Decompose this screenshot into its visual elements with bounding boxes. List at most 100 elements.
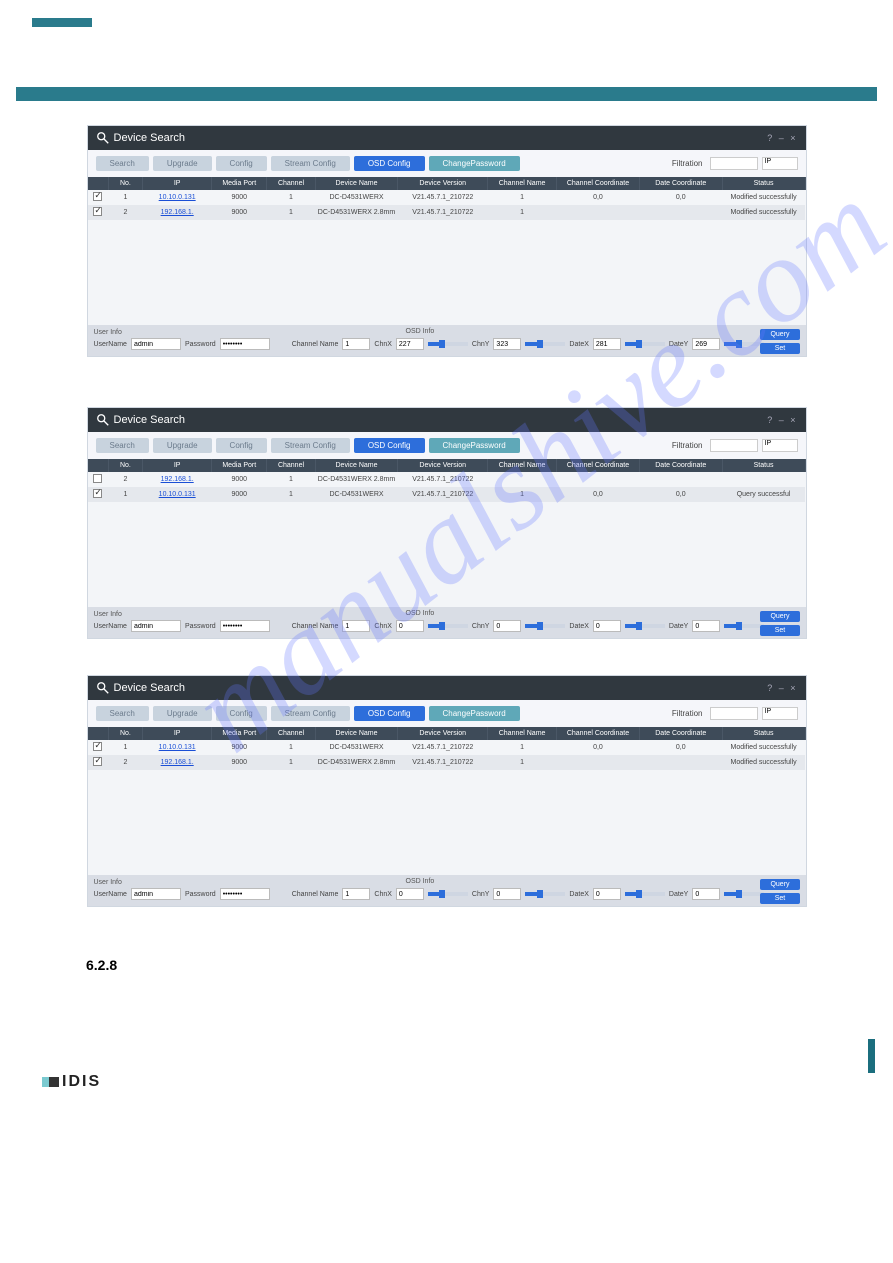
window-controls[interactable]: ? – × bbox=[767, 415, 797, 425]
chny-slider[interactable] bbox=[525, 624, 565, 628]
row-checkbox[interactable] bbox=[93, 742, 102, 751]
chnx-input[interactable] bbox=[396, 888, 424, 900]
datex-slider[interactable] bbox=[625, 892, 665, 896]
ip-link[interactable]: 10.10.0.131 bbox=[159, 194, 196, 201]
table-row[interactable]: 2 192.168.1. 9000 1 DC-D4531WERX 2.8mm V… bbox=[88, 755, 806, 770]
filtration-input[interactable] bbox=[710, 707, 758, 720]
config-button[interactable]: Config bbox=[216, 156, 267, 171]
username-input[interactable] bbox=[131, 620, 181, 632]
osd-config-button[interactable]: OSD Config bbox=[354, 438, 425, 453]
search-button[interactable]: Search bbox=[96, 706, 149, 721]
upgrade-button[interactable]: Upgrade bbox=[153, 156, 212, 171]
chnx-input[interactable] bbox=[396, 338, 424, 350]
search-button[interactable]: Search bbox=[96, 156, 149, 171]
datey-slider[interactable] bbox=[724, 892, 764, 896]
chny-input[interactable] bbox=[493, 338, 521, 350]
chname-input[interactable] bbox=[342, 888, 370, 900]
table-row[interactable]: 1 10.10.0.131 9000 1 DC-D4531WERX V21.45… bbox=[88, 740, 806, 755]
password-input[interactable] bbox=[220, 888, 270, 900]
search-button[interactable]: Search bbox=[96, 438, 149, 453]
datex-input[interactable] bbox=[593, 888, 621, 900]
chny-slider[interactable] bbox=[525, 892, 565, 896]
titlebar: Device Search ? – × bbox=[88, 676, 806, 700]
filtration-select[interactable]: IP bbox=[762, 157, 798, 170]
chny-input[interactable] bbox=[493, 620, 521, 632]
password-input[interactable] bbox=[220, 338, 270, 350]
upgrade-button[interactable]: Upgrade bbox=[153, 706, 212, 721]
stream-button[interactable]: Stream Config bbox=[271, 438, 350, 453]
ip-link[interactable]: 10.10.0.131 bbox=[159, 491, 196, 498]
chname-input[interactable] bbox=[342, 620, 370, 632]
datey-input[interactable] bbox=[692, 338, 720, 350]
cell-name: DC-D4531WERX bbox=[315, 740, 398, 755]
device-table: No. IP Media Port Channel Device Name De… bbox=[88, 459, 806, 502]
changepwd-button[interactable]: ChangePassword bbox=[429, 706, 520, 721]
datex-slider[interactable] bbox=[625, 624, 665, 628]
osd-config-button[interactable]: OSD Config bbox=[354, 706, 425, 721]
table-row[interactable]: 1 10.10.0.131 9000 1 DC-D4531WERX V21.45… bbox=[88, 190, 806, 205]
ip-link[interactable]: 192.168.1. bbox=[161, 476, 194, 483]
filtration-select[interactable]: IP bbox=[762, 439, 798, 452]
ip-link[interactable]: 10.10.0.131 bbox=[159, 744, 196, 751]
row-checkbox[interactable] bbox=[93, 474, 102, 483]
datey-input[interactable] bbox=[692, 888, 720, 900]
chny-input[interactable] bbox=[493, 888, 521, 900]
datey-label: DateY bbox=[669, 891, 688, 898]
set-button[interactable]: Set bbox=[760, 893, 799, 904]
config-button[interactable]: Config bbox=[216, 706, 267, 721]
cell-ccoord: 0,0 bbox=[557, 740, 640, 755]
ip-link[interactable]: 192.168.1. bbox=[161, 209, 194, 216]
window-controls[interactable]: ? – × bbox=[767, 683, 797, 693]
row-checkbox[interactable] bbox=[93, 207, 102, 216]
footer-bar: User Info OSD Info UserName Password Cha… bbox=[88, 875, 806, 906]
row-checkbox[interactable] bbox=[93, 489, 102, 498]
changepwd-button[interactable]: ChangePassword bbox=[429, 438, 520, 453]
ip-link[interactable]: 192.168.1. bbox=[161, 759, 194, 766]
cell-port: 9000 bbox=[212, 190, 267, 205]
filtration-select[interactable]: IP bbox=[762, 707, 798, 720]
chnx-slider[interactable] bbox=[428, 624, 468, 628]
datex-input[interactable] bbox=[593, 338, 621, 350]
chnx-slider[interactable] bbox=[428, 892, 468, 896]
filtration-input[interactable] bbox=[710, 439, 758, 452]
datey-slider[interactable] bbox=[724, 342, 764, 346]
chny-slider[interactable] bbox=[525, 342, 565, 346]
username-label: UserName bbox=[94, 623, 127, 630]
cell-cname: 1 bbox=[488, 740, 557, 755]
chnx-input[interactable] bbox=[396, 620, 424, 632]
datey-input[interactable] bbox=[692, 620, 720, 632]
set-button[interactable]: Set bbox=[760, 625, 799, 636]
titlebar: Device Search ? – × bbox=[88, 408, 806, 432]
footer-bar: User Info OSD Info UserName Password Cha… bbox=[88, 607, 806, 638]
username-input[interactable] bbox=[131, 888, 181, 900]
col-ip: IP bbox=[143, 177, 212, 190]
row-checkbox[interactable] bbox=[93, 757, 102, 766]
chname-input[interactable] bbox=[342, 338, 370, 350]
username-input[interactable] bbox=[131, 338, 181, 350]
config-button[interactable]: Config bbox=[216, 438, 267, 453]
filtration-input[interactable] bbox=[710, 157, 758, 170]
stream-button[interactable]: Stream Config bbox=[271, 156, 350, 171]
datex-slider[interactable] bbox=[625, 342, 665, 346]
chnx-slider[interactable] bbox=[428, 342, 468, 346]
row-checkbox[interactable] bbox=[93, 192, 102, 201]
window-title: Device Search bbox=[114, 414, 186, 426]
upgrade-button[interactable]: Upgrade bbox=[153, 438, 212, 453]
set-button[interactable]: Set bbox=[760, 343, 799, 354]
table-row[interactable]: 2 192.168.1. 9000 1 DC-D4531WERX 2.8mm V… bbox=[88, 472, 806, 487]
table-row[interactable]: 2 192.168.1. 9000 1 DC-D4531WERX 2.8mm V… bbox=[88, 205, 806, 220]
query-button[interactable]: Query bbox=[760, 879, 799, 890]
password-input[interactable] bbox=[220, 620, 270, 632]
osd-config-button[interactable]: OSD Config bbox=[354, 156, 425, 171]
datex-input[interactable] bbox=[593, 620, 621, 632]
chname-label: Channel Name bbox=[292, 623, 339, 630]
query-button[interactable]: Query bbox=[760, 611, 799, 622]
query-button[interactable]: Query bbox=[760, 329, 799, 340]
table-row[interactable]: 1 10.10.0.131 9000 1 DC-D4531WERX V21.45… bbox=[88, 487, 806, 502]
datey-slider[interactable] bbox=[724, 624, 764, 628]
changepwd-button[interactable]: ChangePassword bbox=[429, 156, 520, 171]
stream-button[interactable]: Stream Config bbox=[271, 706, 350, 721]
window-controls[interactable]: ? – × bbox=[767, 133, 797, 143]
search-icon bbox=[96, 131, 110, 145]
cell-ch: 1 bbox=[267, 755, 315, 770]
